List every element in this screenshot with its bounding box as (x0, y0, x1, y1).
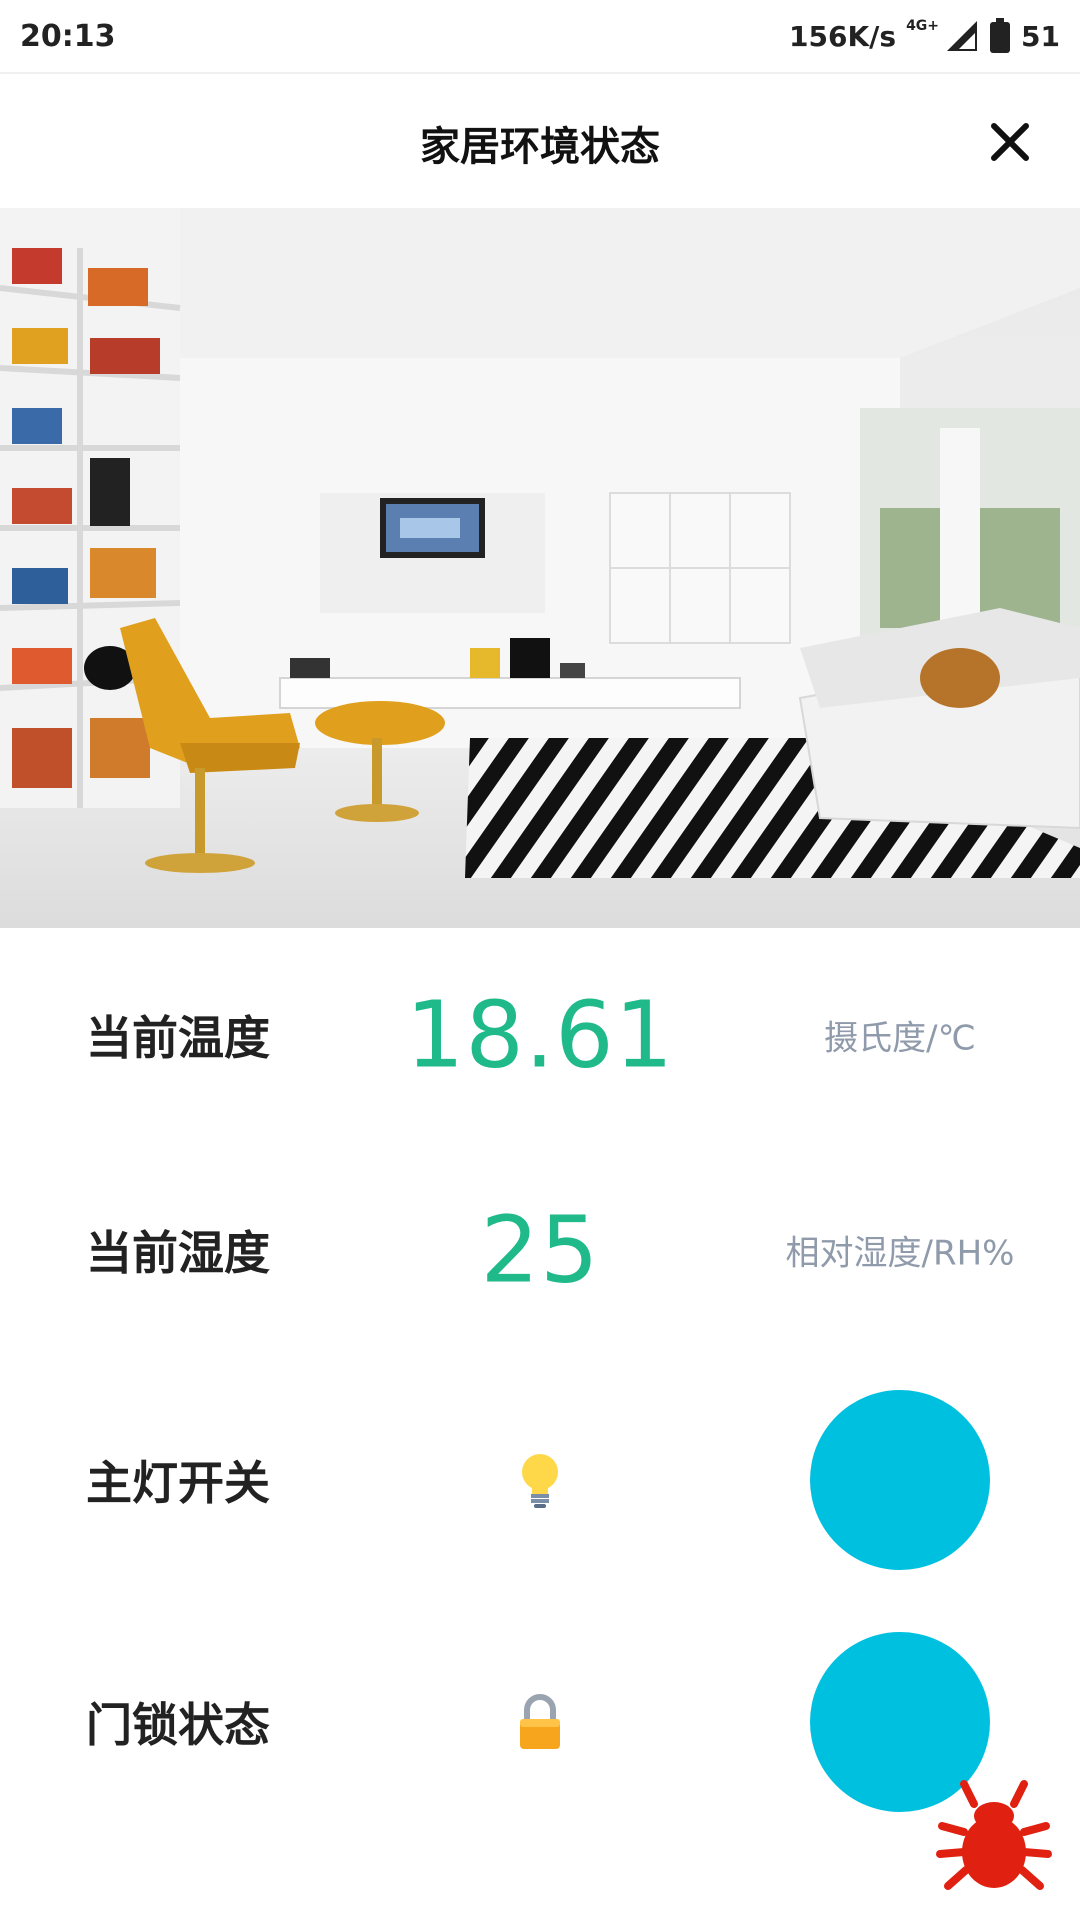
main-light-toggle[interactable] (810, 1390, 990, 1570)
status-bar: 20:13 156K/s 4G+ 51 (0, 0, 1080, 72)
close-icon (991, 123, 1029, 161)
battery-icon (989, 18, 1011, 54)
network-speed: 156K/s (789, 19, 897, 53)
page-title: 家居环境状态 (420, 124, 660, 170)
temperature-row: 当前温度 18.61 摄氏度/℃ (0, 955, 1080, 1115)
network-type: 4G+ (906, 18, 940, 34)
humidity-value: 25 (480, 1196, 600, 1304)
temperature-unit: 摄氏度/℃ (824, 1018, 976, 1059)
main-light-label: 主灯开关 (86, 1456, 270, 1510)
debug-button[interactable] (934, 1776, 1054, 1896)
temperature-label: 当前温度 (86, 1011, 270, 1065)
battery-level: 51 (1021, 19, 1060, 53)
humidity-label: 当前湿度 (86, 1226, 270, 1280)
lightbulb-icon (515, 1450, 565, 1510)
screen: 20:13 156K/s 4G+ 51 家居环境状态 当前温度 18.61 摄氏… (0, 0, 1080, 1920)
close-button[interactable] (980, 112, 1040, 172)
signal-icon (945, 19, 979, 53)
status-time: 20:13 (20, 18, 116, 54)
humidity-unit: 相对湿度/RH% (785, 1233, 1015, 1274)
humidity-row: 当前湿度 25 相对湿度/RH% (0, 1170, 1080, 1330)
door-lock-label: 门锁状态 (86, 1698, 270, 1752)
title-bar: 家居环境状态 (0, 74, 1080, 204)
bug-icon (936, 1780, 1052, 1890)
lock-icon (515, 1692, 565, 1752)
status-indicators: 156K/s 4G+ 51 (789, 18, 1060, 54)
living-room-image (0, 208, 1080, 928)
temperature-value: 18.61 (405, 981, 675, 1089)
